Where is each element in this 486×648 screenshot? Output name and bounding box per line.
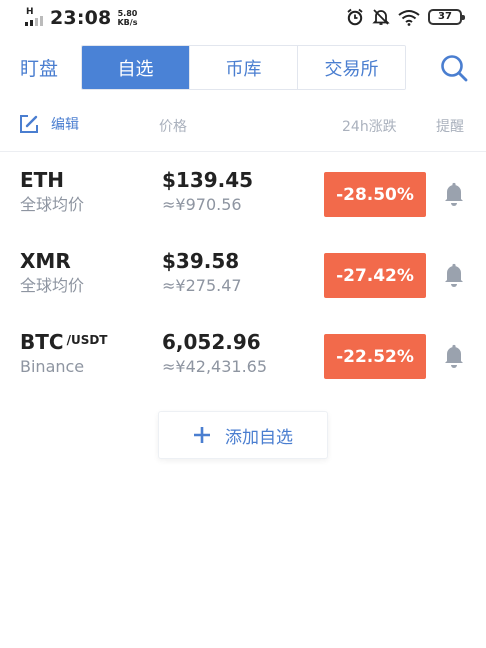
- edit-icon: [20, 115, 38, 133]
- bell-icon[interactable]: [443, 263, 465, 287]
- segment-tabs: 自选 币库 交易所: [81, 45, 406, 90]
- bell-icon[interactable]: [443, 344, 465, 368]
- search-icon[interactable]: [438, 52, 470, 84]
- coin-pair: /USDT: [66, 333, 108, 347]
- price-source: 全球均价: [20, 276, 85, 295]
- status-time: 23:08: [50, 7, 112, 29]
- wifi-icon: [398, 9, 420, 26]
- column-price: 价格: [159, 119, 187, 135]
- add-watchlist-button[interactable]: 添加自选: [158, 411, 328, 459]
- network-speed: 5.80 KB/s: [117, 9, 137, 27]
- change-badge[interactable]: -22.52%: [324, 334, 426, 379]
- page-title: 盯盘: [20, 58, 59, 80]
- tab-watchlist[interactable]: 自选: [82, 46, 189, 89]
- change-badge[interactable]: -27.42%: [324, 253, 426, 298]
- coin-symbol: XMR: [20, 249, 71, 273]
- coin-symbol: BTC: [20, 330, 64, 354]
- price-source: Binance: [20, 357, 85, 376]
- mute-bell-icon: [372, 9, 390, 25]
- price-info: $139.45 ≈¥970.56: [162, 168, 253, 216]
- battery-icon: 37: [428, 9, 465, 25]
- add-watchlist-label: 添加自选: [225, 427, 293, 448]
- tab-coin-library[interactable]: 币库: [189, 46, 297, 89]
- status-bar: H 23:08 5.80 KB/s 37: [0, 0, 486, 36]
- network-speed-unit: KB/s: [117, 18, 138, 27]
- status-left: H 23:08 5.80 KB/s: [24, 6, 137, 30]
- tab-exchanges[interactable]: 交易所: [297, 46, 405, 89]
- price-cny: ≈¥970.56: [162, 195, 242, 214]
- column-24h-change[interactable]: 24h涨跌: [342, 116, 397, 136]
- signal-icon: H: [24, 8, 46, 30]
- price-cny: ≈¥42,431.65: [162, 357, 268, 376]
- price-usd: 6,052.96: [162, 330, 261, 354]
- coin-info: XMR 全球均价: [20, 249, 84, 297]
- price-info: $39.58 ≈¥275.47: [162, 249, 242, 297]
- change-badge[interactable]: -28.50%: [324, 172, 426, 217]
- plus-icon: [194, 427, 210, 443]
- list-item[interactable]: XMR 全球均价 $39.58 ≈¥275.47 -27.42%: [0, 233, 486, 314]
- edit-button[interactable]: 编辑: [19, 114, 79, 134]
- alarm-icon: [347, 8, 363, 26]
- bell-icon[interactable]: [443, 182, 465, 206]
- price-usd: $39.58: [162, 249, 240, 273]
- edit-label: 编辑: [51, 117, 79, 133]
- list-item[interactable]: BTC/USDT Binance 6,052.96 ≈¥42,431.65 -2…: [0, 314, 486, 395]
- price-usd: $139.45: [162, 168, 254, 192]
- network-type: H: [26, 7, 34, 17]
- coin-info: BTC/USDT Binance: [20, 330, 108, 378]
- price-info: 6,052.96 ≈¥42,431.65: [162, 330, 267, 378]
- coin-symbol: ETH: [20, 168, 65, 192]
- status-right: 37: [346, 8, 465, 26]
- network-speed-value: 5.80: [117, 9, 138, 18]
- column-alert: 提醒: [436, 119, 464, 135]
- coin-info: ETH 全球均价: [20, 168, 84, 216]
- list-header: 编辑 价格 24h涨跌 提醒: [0, 108, 486, 152]
- battery-level: 37: [438, 11, 452, 22]
- list-item[interactable]: ETH 全球均价 $139.45 ≈¥970.56 -28.50%: [0, 152, 486, 233]
- price-cny: ≈¥275.47: [162, 276, 242, 295]
- price-source: 全球均价: [20, 195, 85, 214]
